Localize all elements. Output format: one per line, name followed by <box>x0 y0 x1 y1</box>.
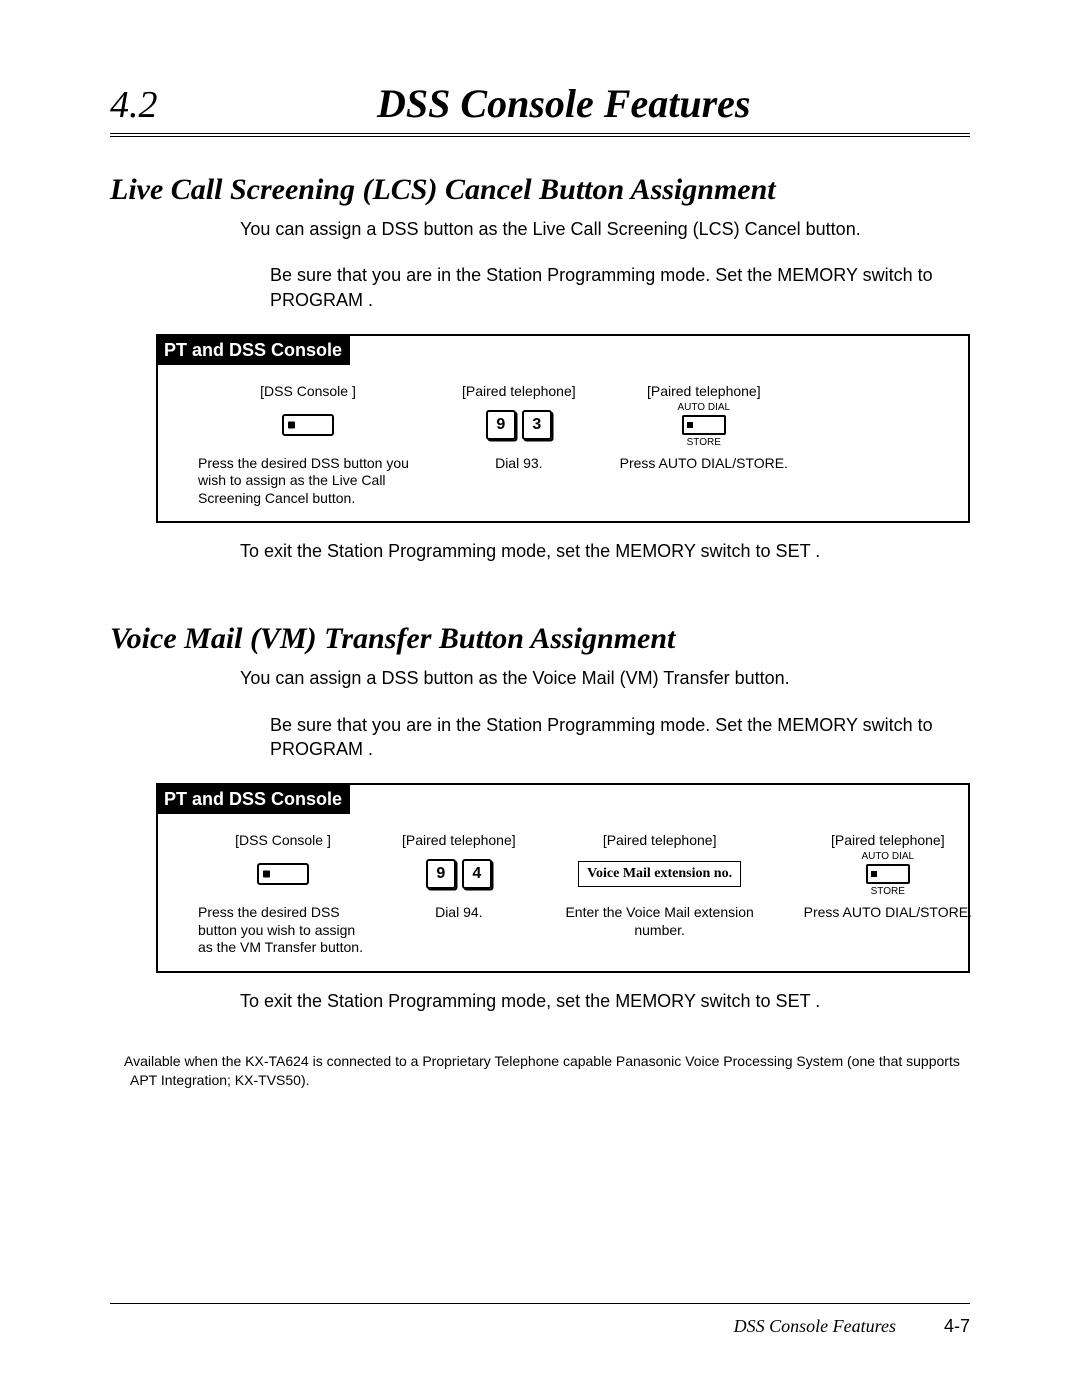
dss-button-icon <box>282 414 334 436</box>
step-desc: Press the desired DSS button you wish to… <box>198 904 368 957</box>
keycap-icon: 4 <box>462 859 492 889</box>
intro-text: You can assign a DSS button as the Voice… <box>110 666 970 690</box>
step-desc: Dial 94. <box>402 904 516 922</box>
procedure-steps: [DSS Console ] Press the desired DSS but… <box>158 365 968 522</box>
step-device-label: [Paired telephone] <box>462 383 576 399</box>
step-device-label: [Paired telephone] <box>620 383 788 399</box>
vm-extension-box: Voice Mail extension no. <box>578 861 741 887</box>
exit-text: To exit the Station Programming mode, se… <box>110 541 970 562</box>
footnote: Available when the KX-TA624 is connected… <box>110 1052 970 1090</box>
dss-button-icon <box>257 863 309 885</box>
footer-page-number: 4-7 <box>944 1316 970 1337</box>
step-device-label: [DSS Console ] <box>198 383 418 399</box>
procedure-steps: [DSS Console ] Press the desired DSS but… <box>158 814 968 971</box>
step-desc: Press the desired DSS button you wish to… <box>198 455 418 508</box>
exit-text: To exit the Station Programming mode, se… <box>110 991 970 1012</box>
procedure-box-header: PT and DSS Console <box>158 336 350 365</box>
intro-text: You can assign a DSS button as the Live … <box>110 217 970 241</box>
auto-dial-store-icon: AUTO DIAL STORE <box>861 851 914 897</box>
keycap-icon: 9 <box>426 859 456 889</box>
footer-section-title: DSS Console Features <box>734 1316 896 1337</box>
step-device-label: [Paired telephone] <box>804 832 972 848</box>
note-text: Be sure that you are in the Station Prog… <box>110 263 970 312</box>
step-1: [DSS Console ] Press the desired DSS but… <box>198 832 368 957</box>
procedure-box-lcs: PT and DSS Console [DSS Console ] Press … <box>156 334 970 524</box>
step-desc: Dial 93. <box>462 455 576 473</box>
feature-title: Voice Mail (VM) Transfer Button Assignme… <box>110 622 970 656</box>
procedure-box-vm: PT and DSS Console [DSS Console ] Press … <box>156 783 970 973</box>
chapter-number: 4.2 <box>110 83 158 127</box>
note-text: Be sure that you are in the Station Prog… <box>110 713 970 762</box>
step-device-label: [DSS Console ] <box>198 832 368 848</box>
auto-dial-label: AUTO DIAL <box>677 402 730 413</box>
step-2: [Paired telephone] 9 4 Dial 94. <box>402 832 516 957</box>
keycap-icon: 3 <box>522 410 552 440</box>
feature-title: Live Call Screening (LCS) Cancel Button … <box>110 173 970 207</box>
section-vm-transfer: Voice Mail (VM) Transfer Button Assignme… <box>110 622 970 1011</box>
page-footer: DSS Console Features 4-7 <box>110 1303 970 1337</box>
step-desc: Press AUTO DIAL/STORE. <box>620 455 788 473</box>
section-lcs-cancel: Live Call Screening (LCS) Cancel Button … <box>110 173 970 562</box>
auto-dial-store-icon: AUTO DIAL STORE <box>677 402 730 448</box>
step-desc: Enter the Voice Mail extension number. <box>550 904 770 939</box>
step-2: [Paired telephone] 9 3 Dial 93. <box>462 383 576 508</box>
step-4: [Paired telephone] AUTO DIAL STORE Press… <box>804 832 972 957</box>
step-3: [Paired telephone] AUTO DIAL STORE Press… <box>620 383 788 508</box>
chapter-title: DSS Console Features <box>158 80 971 127</box>
procedure-box-header: PT and DSS Console <box>158 785 350 814</box>
chapter-heading: 4.2 DSS Console Features <box>110 80 970 137</box>
keycap-icon: 9 <box>486 410 516 440</box>
page: 4.2 DSS Console Features Live Call Scree… <box>0 0 1080 1397</box>
step-desc: Press AUTO DIAL/STORE. <box>804 904 972 922</box>
step-device-label: [Paired telephone] <box>402 832 516 848</box>
store-label: STORE <box>687 437 721 448</box>
step-1: [DSS Console ] Press the desired DSS but… <box>198 383 418 508</box>
store-label: STORE <box>871 886 905 897</box>
step-device-label: [Paired telephone] <box>550 832 770 848</box>
step-3: [Paired telephone] Voice Mail extension … <box>550 832 770 957</box>
auto-dial-label: AUTO DIAL <box>861 851 914 862</box>
